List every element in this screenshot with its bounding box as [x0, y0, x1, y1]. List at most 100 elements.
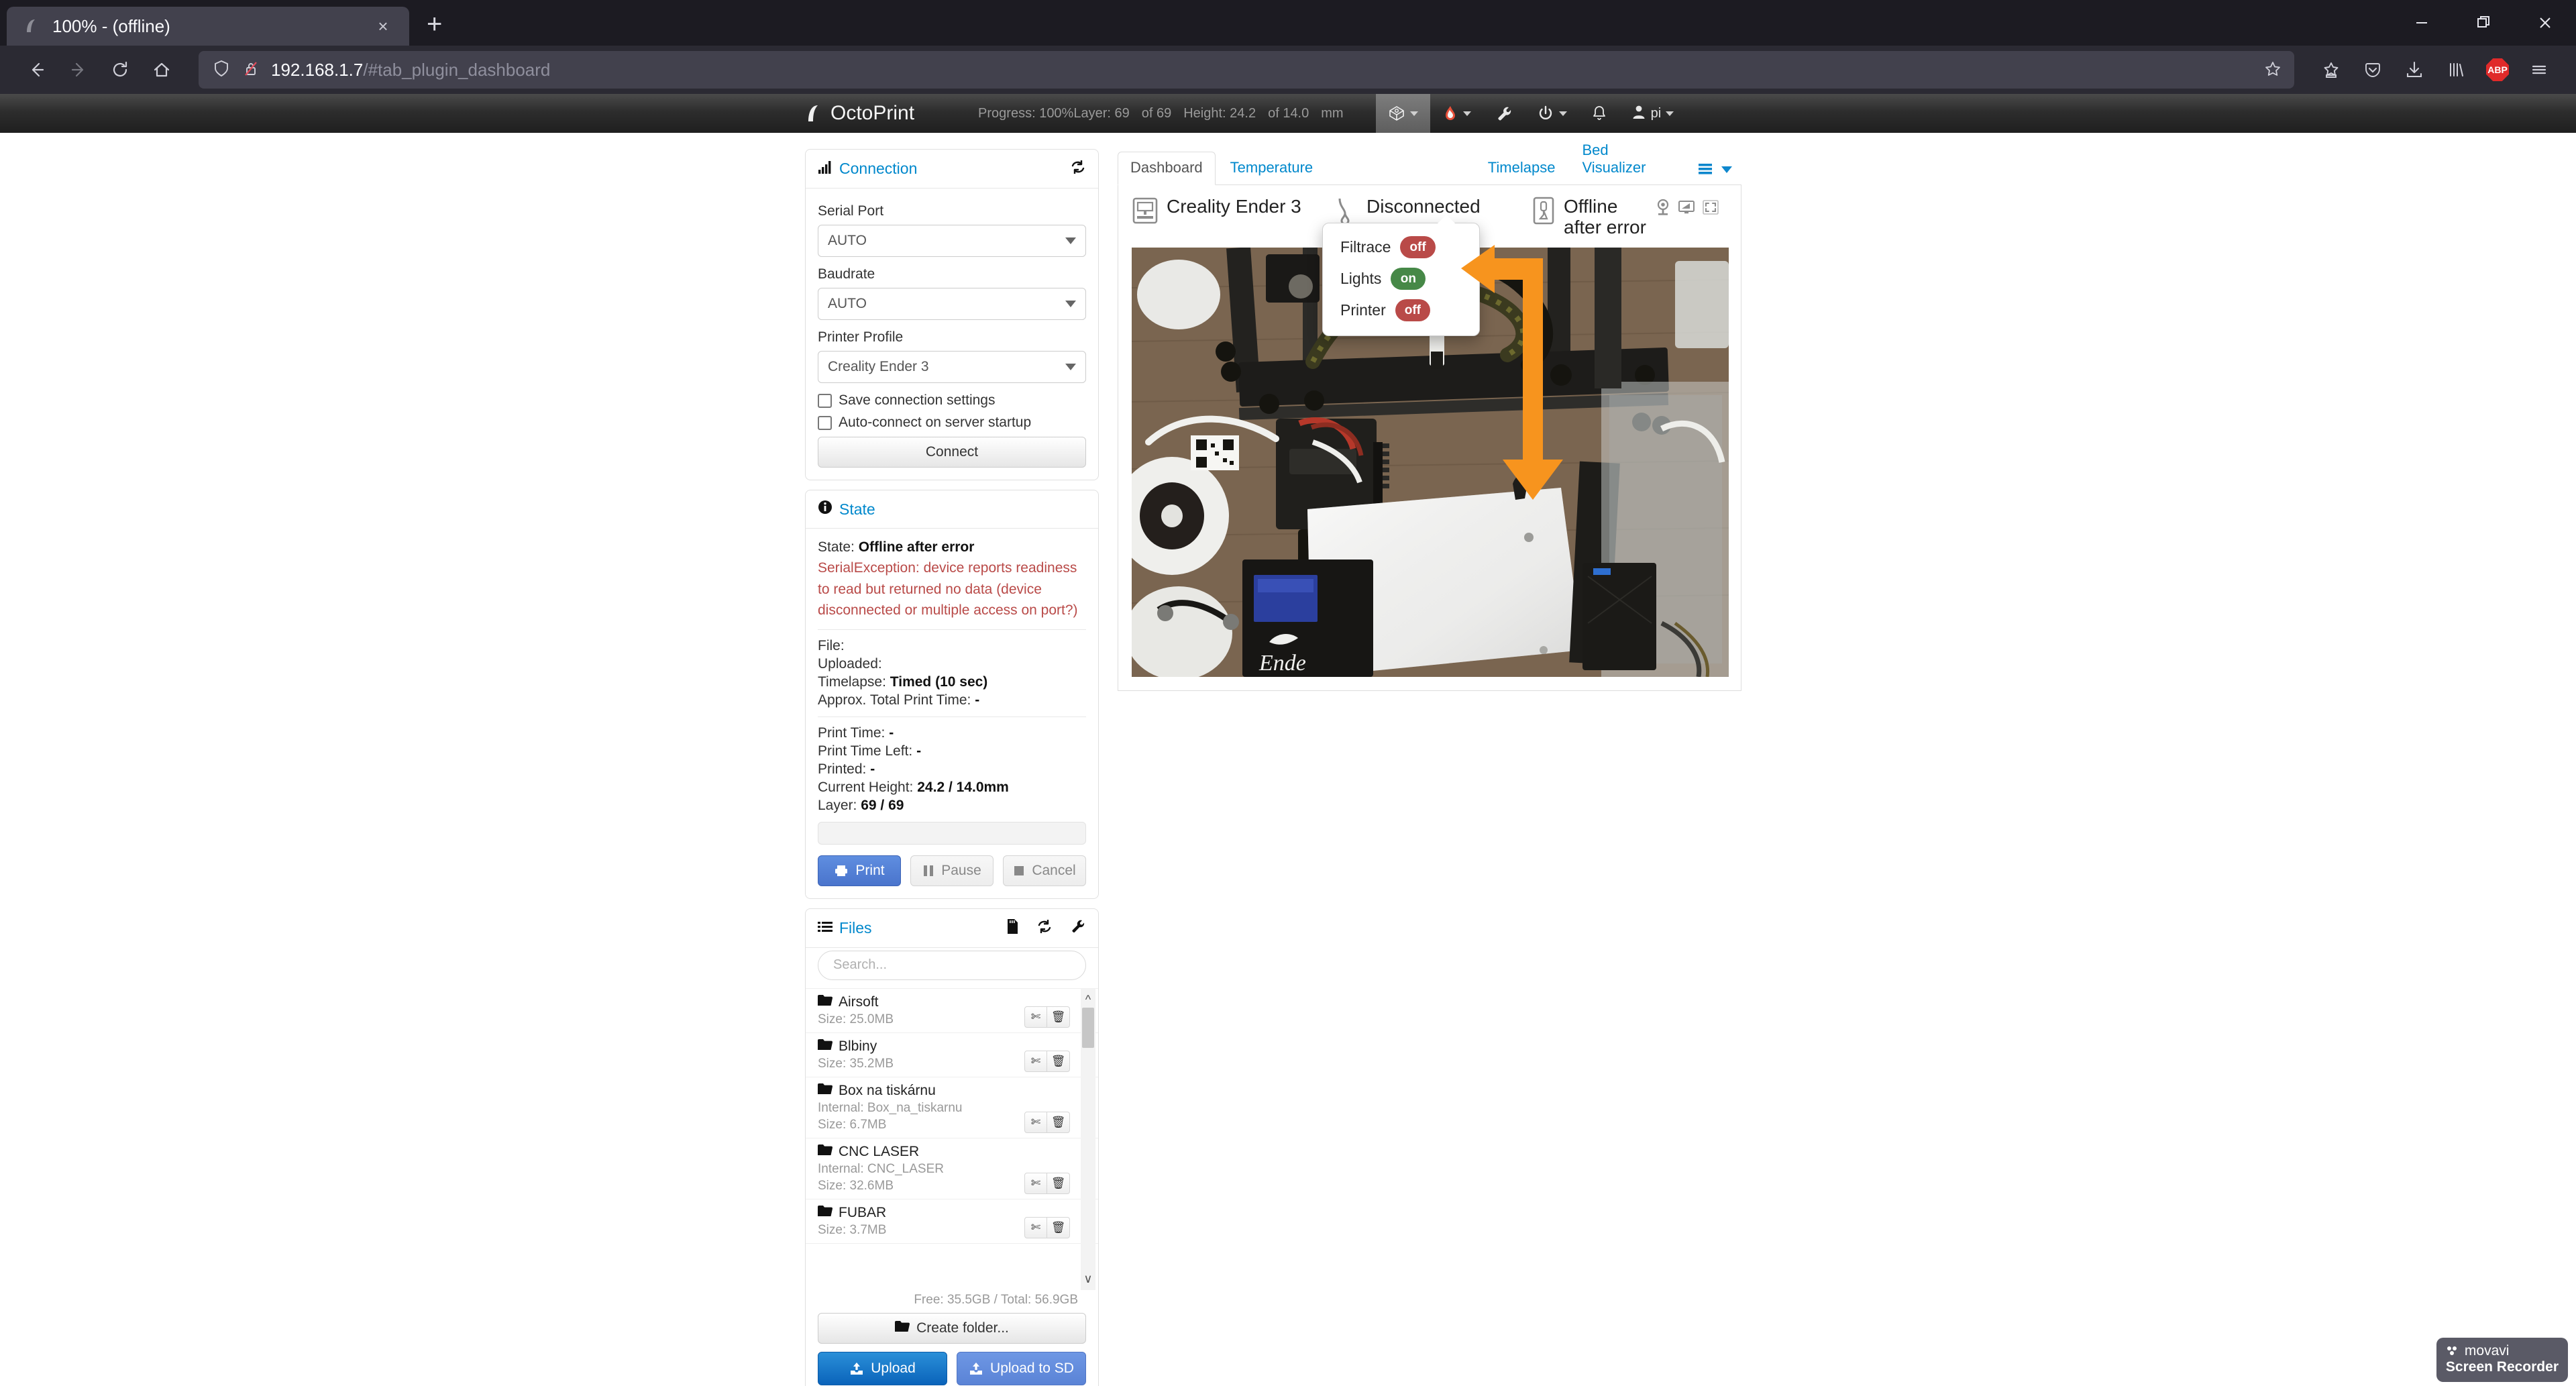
browser-tab[interactable]: 100% - (offline) × — [7, 7, 409, 46]
lock-crossed-icon[interactable] — [241, 59, 260, 81]
trash-icon[interactable]: 🗑 — [1047, 1172, 1070, 1194]
printer-profile-icon — [1132, 196, 1159, 229]
scissors-icon[interactable]: ✄ — [1024, 1050, 1047, 1072]
tab-overflow-menu[interactable] — [1689, 156, 1741, 184]
printer-profile-select[interactable]: Creality Ender 3 — [818, 351, 1086, 383]
cube-icon[interactable] — [1375, 94, 1430, 133]
folder-icon — [818, 1038, 833, 1055]
trash-icon[interactable]: 🗑 — [1047, 1111, 1070, 1133]
close-icon[interactable]: × — [372, 16, 394, 37]
forward-arrow-icon[interactable] — [59, 50, 98, 89]
dropdown-item-label: Lights — [1340, 270, 1382, 287]
close-icon[interactable] — [2514, 0, 2576, 46]
list-item[interactable]: Blbiny Size: 35.2MB ✄ 🗑 — [806, 1033, 1098, 1077]
scrollbar-thumb[interactable] — [1082, 1007, 1094, 1048]
browser-tabstrip: 100% - (offline) × + — [0, 0, 2576, 46]
user-icon — [1631, 104, 1646, 123]
list-item[interactable]: Airsoft Size: 25.0MB ✄ 🗑 — [806, 989, 1098, 1033]
url-bar[interactable]: 192.168.1.7/#tab_plugin_dashboard — [199, 51, 2294, 89]
chevron-down-icon[interactable]: ∨ — [1083, 1268, 1092, 1290]
list-menu-icon — [1699, 164, 1712, 174]
trash-icon[interactable]: 🗑 — [1047, 1050, 1070, 1072]
pause-button[interactable]: Pause — [910, 855, 994, 886]
state-title: State — [818, 500, 875, 519]
folder-icon — [818, 1205, 833, 1221]
adblock-plus-badge: ABP — [2486, 58, 2509, 81]
octoprint-body: Connection Serial Port AUTO Baudrate AUT… — [0, 133, 2576, 1386]
back-arrow-icon[interactable] — [17, 50, 56, 89]
serial-port-select[interactable]: AUTO — [818, 225, 1086, 257]
webcam-icon[interactable] — [1655, 199, 1671, 219]
bell-icon[interactable] — [1579, 94, 1619, 133]
user-menu[interactable]: pi — [1619, 94, 1686, 133]
downloads-icon[interactable] — [2395, 50, 2434, 89]
list-item[interactable]: CNC LASER Internal: CNC_LASER Size: 32.6… — [806, 1138, 1098, 1200]
save-to-pocket-icon[interactable] — [2353, 50, 2392, 89]
list-item[interactable]: FUBAR Size: 3.7MB ✄ 🗑 — [806, 1200, 1098, 1244]
chevron-down-icon — [1558, 111, 1567, 116]
wrench-icon[interactable] — [1070, 918, 1086, 938]
checkbox-box — [818, 415, 832, 430]
minimize-icon[interactable] — [2391, 0, 2453, 46]
fullscreen-icon[interactable] — [1702, 199, 1719, 219]
dropdown-item-label: Printer — [1340, 301, 1386, 319]
dropdown-item-printer[interactable]: Printer off — [1323, 295, 1479, 326]
power-plugin-dropdown[interactable]: Filtrace off Lights on Printer off — [1322, 215, 1480, 336]
signal-bars-icon — [818, 160, 833, 178]
tab-temperature[interactable]: Temperature — [1218, 152, 1326, 184]
cancel-button-label: Cancel — [1032, 862, 1076, 878]
scissors-icon[interactable]: ✄ — [1024, 1172, 1047, 1194]
search-input[interactable]: Search... — [818, 950, 1086, 980]
flame-icon[interactable] — [1430, 94, 1483, 133]
wrench-icon[interactable] — [1483, 94, 1525, 133]
app-menu-icon[interactable] — [2520, 50, 2559, 89]
files-title-label: Files — [839, 918, 872, 937]
save-connection-settings-checkbox[interactable]: Save connection settings — [818, 392, 1086, 409]
refresh-icon[interactable] — [1070, 159, 1086, 178]
bookmark-star-icon[interactable] — [2263, 59, 2282, 81]
rotate-screen-icon[interactable] — [1678, 199, 1695, 219]
print-progress-bar — [818, 821, 1086, 845]
tab-dashboard[interactable]: Dashboard — [1118, 152, 1216, 185]
chevron-down-icon — [1065, 301, 1076, 307]
progress-layer-of: of 69 — [1141, 105, 1172, 121]
power-icon[interactable] — [1525, 94, 1579, 133]
print-time-left-row: Print Time Left: - — [818, 743, 1086, 759]
scissors-icon[interactable]: ✄ — [1024, 1216, 1047, 1238]
octoprint-brand[interactable]: OctoPrint — [805, 102, 914, 125]
maximize-icon[interactable] — [2453, 0, 2514, 46]
shield-icon[interactable] — [212, 59, 231, 81]
files-panel-actions — [1006, 918, 1086, 938]
dropdown-item-filtrace[interactable]: Filtrace off — [1323, 231, 1479, 263]
scissors-icon[interactable]: ✄ — [1024, 1111, 1047, 1133]
cancel-button[interactable]: Cancel — [1003, 855, 1086, 886]
status-badge: off — [1395, 299, 1431, 321]
trash-icon[interactable]: 🗑 — [1047, 1006, 1070, 1028]
trash-icon[interactable]: 🗑 — [1047, 1216, 1070, 1238]
tab-bed-visualizer[interactable]: Bed Visualizer — [1570, 135, 1686, 184]
home-icon[interactable] — [142, 50, 181, 89]
file-name-row: Box na tiskárnu — [818, 1083, 1069, 1099]
files-scrollbar[interactable]: ^ ∨ — [1081, 988, 1095, 1290]
baudrate-select[interactable]: AUTO — [818, 288, 1086, 320]
refresh-icon[interactable] — [1036, 918, 1053, 938]
new-tab-button[interactable]: + — [427, 11, 442, 38]
sd-card-icon[interactable] — [1006, 918, 1019, 938]
dropdown-item-lights[interactable]: Lights on — [1323, 263, 1479, 295]
movavi-watermark: movavi Screen Recorder — [2436, 1337, 2568, 1382]
list-item[interactable]: Box na tiskárnu Internal: Box_na_tiskarn… — [806, 1077, 1098, 1138]
adblock-plus-icon[interactable]: ABP — [2478, 50, 2517, 89]
scissors-icon[interactable]: ✄ — [1024, 1006, 1047, 1028]
create-folder-button[interactable]: Create folder... — [818, 1312, 1086, 1344]
upload-button[interactable]: Upload — [818, 1351, 947, 1385]
reload-icon[interactable] — [101, 50, 140, 89]
divider — [818, 629, 1086, 630]
autoconnect-checkbox[interactable]: Auto-connect on server startup — [818, 415, 1086, 431]
bookmark-star-icon[interactable] — [2312, 50, 2351, 89]
upload-to-sd-button[interactable]: Upload to SD — [957, 1351, 1086, 1385]
connect-button[interactable]: Connect — [818, 437, 1086, 468]
list-icon — [818, 919, 833, 937]
tab-timelapse[interactable]: Timelapse — [1476, 152, 1568, 184]
library-icon[interactable] — [2436, 50, 2475, 89]
print-button[interactable]: Print — [818, 855, 901, 886]
